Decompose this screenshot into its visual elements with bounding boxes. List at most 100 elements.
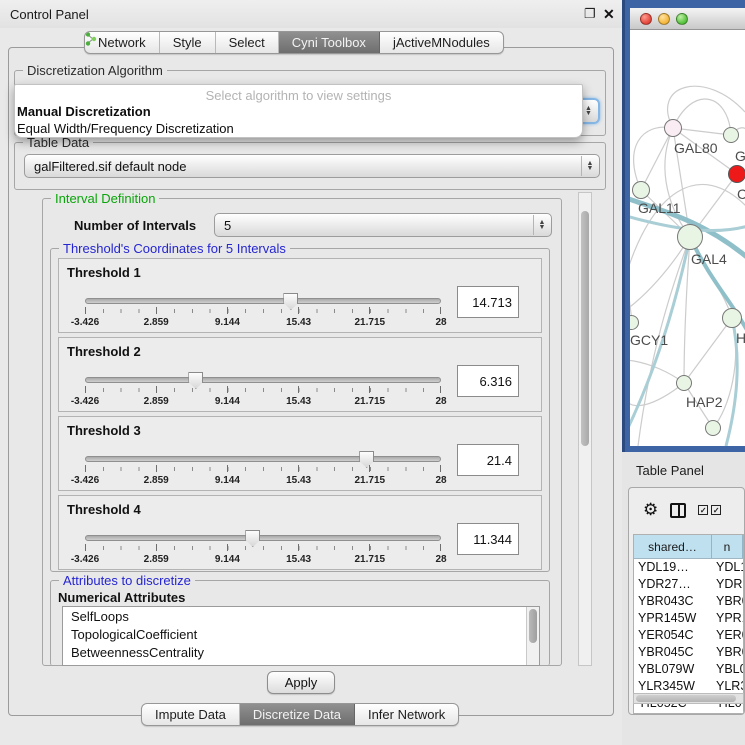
stepper-arrows: ▲▼	[533, 215, 550, 235]
table-panel-title: Table Panel	[636, 463, 704, 478]
table-row[interactable]: YER054CYER0	[634, 627, 743, 644]
threshold-4-value[interactable]: 11.344	[457, 523, 519, 555]
node-label-gcy1: GCY1	[630, 332, 668, 348]
slider-scale: -3.426 2.859 9.144 15.43 21.715 28	[85, 317, 441, 329]
numerical-attributes-label: Numerical Attributes	[58, 590, 185, 605]
tab-network[interactable]: Network	[85, 32, 160, 53]
table-row[interactable]: YBR043CYBR0	[634, 593, 743, 610]
table-row[interactable]: YBR045CYBR0	[634, 644, 743, 661]
table-header-row: shared… n	[634, 535, 743, 559]
minimize-traffic-light[interactable]	[658, 13, 670, 25]
column-header-shared-name[interactable]: shared…	[634, 535, 712, 558]
threshold-4-row: Threshold 4 -3.426 2.859 9.144 15.43 21.…	[58, 495, 542, 570]
threshold-1-row: Threshold 1 -3.426 2.859 9.144 15.43 21.…	[58, 258, 542, 333]
tab-jactivemnodules[interactable]: jActiveMNodules	[380, 32, 503, 53]
interval-definition-title: Interval Definition	[51, 191, 159, 206]
threshold-1-value[interactable]: 14.713	[457, 286, 519, 318]
panel-scrollbar[interactable]	[578, 192, 592, 666]
slider-scale: -3.426 2.859 9.144 15.43 21.715 28	[85, 554, 441, 566]
zoom-traffic-light[interactable]	[676, 13, 688, 25]
list-item[interactable]: TopologicalCoefficient	[63, 625, 539, 643]
node-hap2[interactable]	[676, 375, 692, 391]
float-window-icon[interactable]: ❐	[584, 6, 596, 22]
apply-button[interactable]: Apply	[267, 671, 335, 694]
tab-network-label: Network	[98, 35, 146, 50]
thresholds-title: Threshold's Coordinates for 5 Intervals	[59, 241, 290, 256]
table-data-select[interactable]: galFiltered.sif default node ▲▼	[24, 154, 600, 178]
list-item[interactable]: SelfLoops	[63, 607, 539, 625]
node-h[interactable]	[722, 308, 742, 328]
threshold-4-label: Threshold 4	[67, 502, 141, 517]
node-label-hap2: HAP2	[686, 394, 723, 410]
slider-track	[85, 377, 441, 383]
node-label-gal11: GAL11	[638, 200, 681, 216]
slider-track	[85, 456, 441, 462]
tab-discretize-data[interactable]: Discretize Data	[240, 704, 355, 725]
threshold-4-slider[interactable]: -3.426 2.859 9.144 15.43 21.715 28	[85, 532, 441, 562]
threshold-3-value[interactable]: 21.4	[457, 444, 519, 476]
node-gal80[interactable]	[664, 119, 682, 137]
stepper-arrows: ▲▼	[581, 156, 598, 176]
tab-style[interactable]: Style	[160, 32, 216, 53]
discretization-algorithm-title: Discretization Algorithm	[23, 63, 167, 78]
control-panel-titlebar	[0, 0, 622, 28]
table-horizontal-scrollbar[interactable]	[633, 693, 744, 704]
threshold-1-slider[interactable]: -3.426 2.859 9.144 15.43 21.715 28	[85, 295, 441, 325]
table-row[interactable]: YDR27…YDR2	[634, 576, 743, 593]
threshold-1-label: Threshold 1	[67, 265, 141, 280]
tab-select[interactable]: Select	[216, 32, 279, 53]
control-panel-title: Control Panel	[10, 7, 89, 22]
split-columns-icon[interactable]	[670, 503, 686, 518]
column-header-name[interactable]: n	[712, 535, 743, 558]
tab-impute-data[interactable]: Impute Data	[142, 704, 240, 725]
threshold-3-label: Threshold 3	[67, 423, 141, 438]
table-data-value: galFiltered.sif default node	[34, 159, 186, 174]
node-label-gal4: GAL4	[691, 251, 727, 267]
checkbox-icon[interactable]: ✓	[698, 505, 708, 515]
network-icon	[85, 32, 97, 46]
threshold-2-value[interactable]: 6.316	[457, 365, 519, 397]
node-gal2[interactable]	[723, 127, 739, 143]
checkbox-icon[interactable]: ✓	[711, 505, 721, 515]
list-scrollbar[interactable]	[526, 607, 539, 665]
close-traffic-light[interactable]	[640, 13, 652, 25]
node-gal11[interactable]	[632, 181, 650, 199]
node-label-gal2-partial: G	[735, 148, 745, 164]
number-of-intervals-select[interactable]: 5 ▲▼	[214, 213, 552, 237]
table-panel-toolbar: ⚙ ✓ ✓	[629, 488, 744, 532]
node-partial-bottom[interactable]	[705, 420, 721, 436]
table-row[interactable]: YPR145WYPR1	[634, 610, 743, 627]
threshold-3-slider[interactable]: -3.426 2.859 9.144 15.43 21.715 28	[85, 453, 441, 483]
cyni-mode-tabs: Impute Data Discretize Data Infer Networ…	[141, 703, 459, 726]
network-window-titlebar	[630, 8, 745, 30]
table-row[interactable]: YDL19…YDL1	[634, 559, 743, 576]
numerical-attributes-list[interactable]: SelfLoops TopologicalCoefficient Between…	[62, 606, 540, 666]
network-view-canvas[interactable]: GAL80 G GAL11 C GAL4 GCY1 H HAP2	[630, 30, 745, 446]
threshold-2-slider[interactable]: -3.426 2.859 9.144 15.43 21.715 28	[85, 374, 441, 404]
dropdown-item-equal-width[interactable]: Equal Width/Frequency Discretization	[15, 121, 582, 136]
tab-cyni-toolbox[interactable]: Cyni Toolbox	[279, 32, 380, 53]
dropdown-placeholder: Select algorithm to view settings	[15, 85, 582, 103]
scrollbar-thumb[interactable]	[581, 211, 589, 446]
table-row[interactable]: YBL079WYBL0	[634, 661, 743, 678]
control-panel-tabs: Network Style Select Cyni Toolbox jActiv…	[84, 31, 504, 54]
slider-track	[85, 535, 441, 541]
number-of-intervals-value: 5	[224, 218, 231, 233]
slider-scale: -3.426 2.859 9.144 15.43 21.715 28	[85, 475, 441, 487]
node-attribute-table[interactable]: shared… n YDL19…YDL1 YDR27…YDR2 YBR043CY…	[633, 534, 744, 714]
node-label-gal80: GAL80	[674, 140, 718, 156]
dropdown-item-manual-discretization[interactable]: Manual Discretization	[15, 104, 582, 119]
node-gal4[interactable]	[677, 224, 703, 250]
list-item[interactable]: BetweennessCentrality	[63, 643, 539, 661]
table-panel-box: ⚙ ✓ ✓ shared… n YDL19…YDL1 YDR27…YDR2 YB…	[628, 487, 745, 715]
slider-track	[85, 298, 441, 304]
threshold-2-label: Threshold 2	[67, 344, 141, 359]
number-of-intervals-label: Number of Intervals	[74, 218, 196, 233]
scrollbar-thumb[interactable]	[636, 695, 736, 702]
close-icon[interactable]: ✕	[603, 6, 615, 23]
node-selected-red[interactable]	[728, 165, 745, 183]
gear-icon[interactable]: ⚙	[643, 500, 658, 520]
node-label-c-partial: C	[737, 186, 745, 202]
tab-infer-network[interactable]: Infer Network	[355, 704, 458, 725]
node-label-h-partial: H	[736, 330, 745, 346]
